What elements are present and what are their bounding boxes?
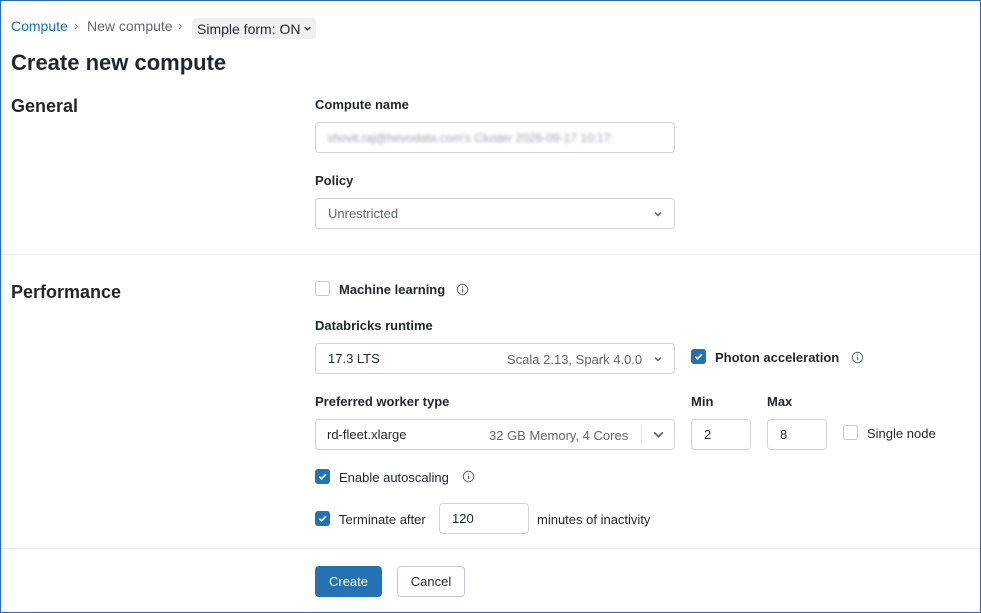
- chevron-down-icon: [304, 26, 312, 31]
- terminate-label: Terminate after: [339, 512, 426, 527]
- page-title: Create new compute: [11, 50, 227, 75]
- policy-select[interactable]: Unrestricted: [315, 198, 675, 229]
- worker-type-value: rd-fleet.xlarge: [327, 427, 407, 442]
- info-icon[interactable]: [462, 470, 475, 483]
- runtime-detail: Scala 2.13, Spark 4.0.0: [507, 352, 643, 367]
- section-title-general: General: [11, 96, 79, 116]
- single-node-checkbox[interactable]: [843, 425, 858, 440]
- checkmark-icon: [318, 515, 327, 523]
- machine-learning-label: Machine learning: [339, 282, 446, 297]
- worker-type-label: Preferred worker type: [315, 394, 450, 409]
- max-workers-value: 8: [780, 427, 788, 442]
- simple-form-label: Simple form: ON: [197, 20, 301, 37]
- worker-type-select[interactable]: rd-fleet.xlarge 32 GB Memory, 4 Cores: [315, 419, 675, 450]
- create-button[interactable]: Create: [315, 566, 382, 597]
- breadcrumb-separator-icon: ›: [178, 18, 183, 33]
- runtime-label: Databricks runtime: [315, 318, 433, 333]
- terminate-minutes-value: 120: [452, 511, 474, 526]
- chevron-down-icon: [654, 211, 662, 217]
- breadcrumb-new-compute: New compute: [87, 18, 173, 34]
- machine-learning-checkbox[interactable]: [315, 281, 330, 296]
- runtime-select[interactable]: 17.3 LTS Scala 2.13, Spark 4.0.0: [315, 343, 675, 374]
- compute-name-input[interactable]: shovit.raj@hevodata.com's Cluster 2026-0…: [315, 122, 675, 153]
- cancel-button[interactable]: Cancel: [397, 566, 465, 597]
- single-node-label: Single node: [867, 426, 936, 441]
- info-icon[interactable]: [456, 283, 469, 296]
- footer-divider: [1, 548, 980, 549]
- simple-form-toggle[interactable]: Simple form: ON: [192, 18, 317, 39]
- autoscaling-label: Enable autoscaling: [339, 470, 449, 485]
- autoscaling-checkbox[interactable]: [315, 469, 330, 484]
- policy-label: Policy: [315, 173, 354, 188]
- policy-value: Unrestricted: [328, 206, 399, 221]
- select-divider: [641, 424, 642, 445]
- terminate-minutes-input[interactable]: 120: [439, 503, 529, 534]
- chevron-down-icon: [654, 356, 662, 362]
- worker-type-detail: 32 GB Memory, 4 Cores: [489, 428, 629, 443]
- terminate-checkbox[interactable]: [315, 511, 330, 526]
- compute-name-label: Compute name: [315, 97, 409, 112]
- photon-acceleration-checkbox[interactable]: [691, 349, 706, 364]
- min-workers-value: 2: [704, 427, 712, 442]
- compute-name-value: shovit.raj@hevodata.com's Cluster 2026-0…: [327, 130, 614, 145]
- min-workers-input[interactable]: 2: [691, 419, 751, 450]
- checkmark-icon: [694, 353, 703, 361]
- breadcrumb-compute-link[interactable]: Compute: [11, 18, 68, 34]
- breadcrumb-separator-icon: ›: [74, 18, 79, 33]
- min-workers-label: Min: [691, 394, 714, 409]
- chevron-down-icon: [653, 431, 664, 438]
- section-divider: [1, 254, 980, 255]
- max-workers-label: Max: [767, 394, 793, 409]
- checkmark-icon: [318, 473, 327, 481]
- info-icon[interactable]: [851, 351, 864, 364]
- section-title-performance: Performance: [11, 282, 122, 302]
- terminate-suffix: minutes of inactivity: [537, 512, 651, 527]
- photon-acceleration-label: Photon acceleration: [715, 350, 840, 365]
- runtime-value: 17.3 LTS: [328, 351, 380, 366]
- max-workers-input[interactable]: 8: [767, 419, 827, 450]
